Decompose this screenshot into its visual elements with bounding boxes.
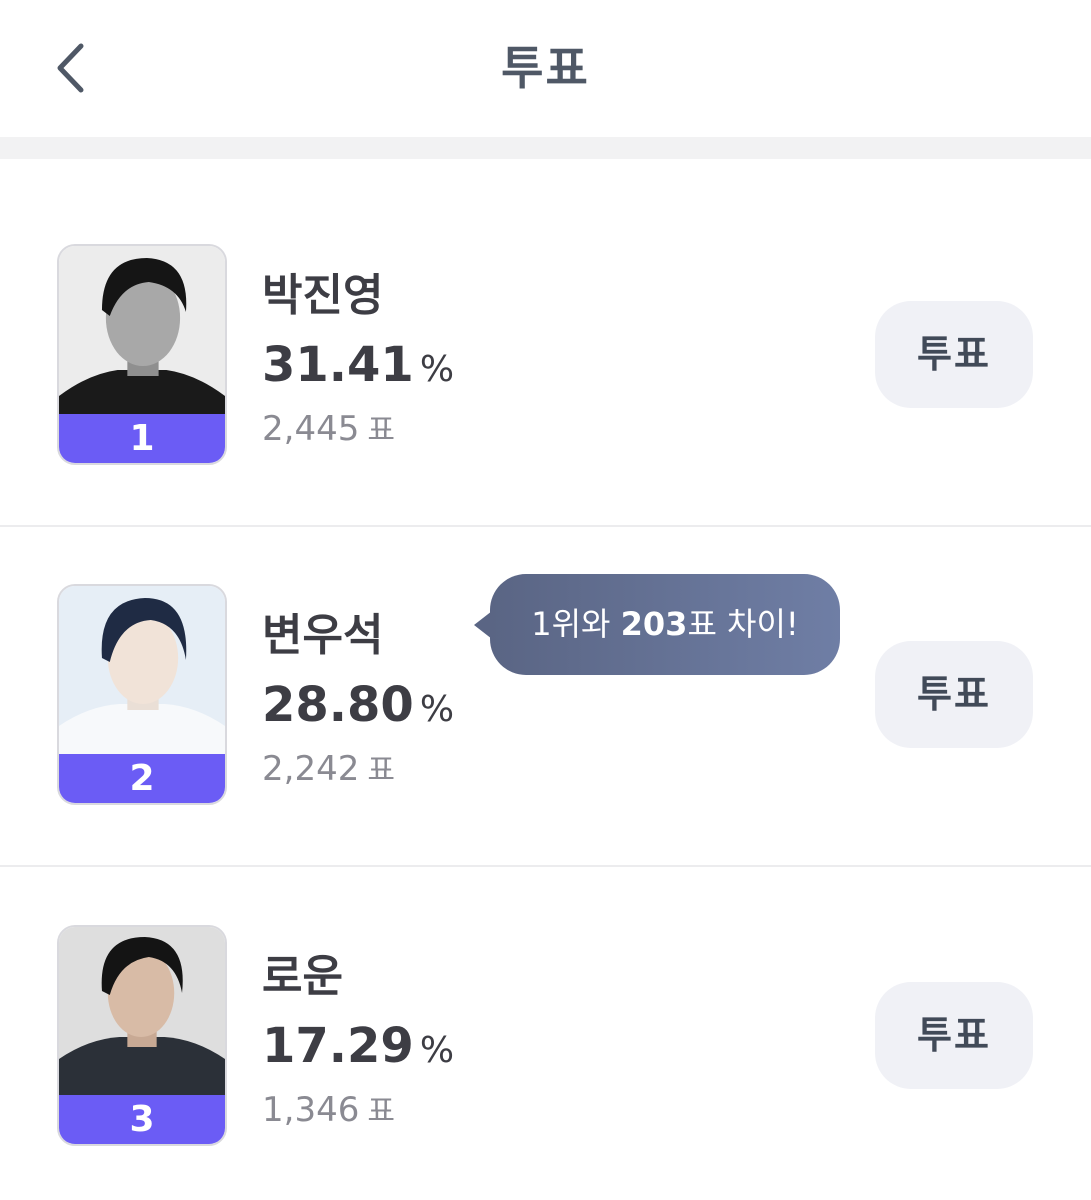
candidate-name: 변우석 (262, 610, 384, 661)
vote-button[interactable]: 투표 (875, 982, 1033, 1089)
vote-percentage: 17.29% (262, 1018, 454, 1074)
percentage-value: 31.41 (262, 337, 414, 393)
vote-count-value: 1,346 (262, 1090, 360, 1130)
vote-count-unit: 표 (367, 413, 395, 448)
app-header: 투표 (0, 0, 1091, 137)
candidate-photo-card[interactable]: 1 (57, 244, 227, 465)
page-title: 투표 (501, 41, 590, 95)
vote-count: 2,242 표 (262, 745, 395, 789)
candidate-name: 박진영 (262, 270, 384, 321)
vote-button[interactable]: 투표 (875, 301, 1033, 408)
tooltip-suffix: 표 차이! (687, 605, 799, 643)
percent-sign: % (419, 1030, 455, 1071)
vote-percentage: 28.80% (262, 677, 454, 733)
vote-count-unit: 표 (367, 753, 395, 788)
tooltip-prefix: 1위와 (531, 605, 621, 643)
candidate-photo (59, 927, 225, 1097)
rank-badge: 1 (59, 414, 225, 463)
candidate-photo-card[interactable]: 3 (57, 925, 227, 1146)
percentage-value: 28.80 (262, 677, 414, 733)
candidate-photo-card[interactable]: 2 (57, 584, 227, 805)
vote-count: 2,445 표 (262, 405, 395, 449)
vote-button[interactable]: 투표 (875, 641, 1033, 748)
percent-sign: % (419, 349, 455, 390)
candidate-photo (59, 586, 225, 756)
candidate-row: 3 로운 17.29% 1,346 표 투표 (0, 867, 1091, 1200)
vote-count: 1,346 표 (262, 1086, 395, 1130)
percent-sign: % (419, 689, 455, 730)
candidate-name: 로운 (262, 951, 343, 1002)
tooltip-gap-value: 203 (620, 605, 688, 643)
vote-count-value: 2,242 (262, 749, 360, 789)
rank-badge: 2 (59, 754, 225, 803)
vote-count-value: 2,445 (262, 409, 360, 449)
candidate-photo (59, 246, 225, 416)
vote-percentage: 31.41% (262, 337, 454, 393)
vote-gap-tooltip: 1위와 203표 차이! (490, 574, 840, 675)
header-divider (0, 137, 1091, 159)
candidate-row: 1 박진영 31.41% 2,445 표 투표 (0, 187, 1091, 527)
rank-badge: 3 (59, 1095, 225, 1144)
percentage-value: 17.29 (262, 1018, 414, 1074)
vote-count-unit: 표 (367, 1094, 395, 1129)
